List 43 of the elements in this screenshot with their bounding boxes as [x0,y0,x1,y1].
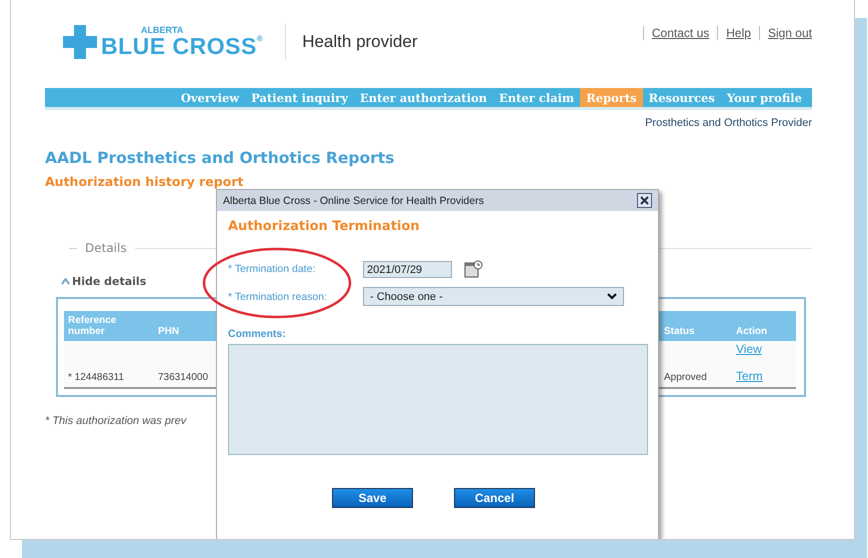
action-link[interactable]: View [736,342,792,356]
nav-tab[interactable]: Patient inquiry [245,88,354,107]
header-link[interactable]: Sign out [758,26,812,40]
page-title: AADL Prosthetics and Orthotics Reports [45,149,396,167]
column-header: Status [664,326,695,337]
logo-name: BLUE CROSS® [101,35,264,58]
nav-tab[interactable]: Reports [580,88,643,107]
section-legend: Details [85,241,127,255]
cross-icon [63,25,97,59]
chevron-icon [61,278,70,285]
logo-text: ALBERTA [140,26,184,35]
nav-tab[interactable]: Resources [642,88,721,107]
table-cell: Approved [664,372,707,383]
action-link[interactable]: Term [736,369,792,383]
comments-label: Comments: [228,328,287,340]
header-link[interactable]: Contact us [642,26,710,40]
provider-type: Prosthetics and Orthotics Provider [644,116,812,129]
report-subtitle: Authorization history report [45,174,244,189]
chevron-down-icon [607,293,617,300]
nav-tab[interactable]: Enter authorization [354,88,494,107]
calendar-icon[interactable] [464,260,483,278]
dialog-heading: Authorization Termination [228,219,421,234]
portal-title: Health provider [285,24,418,60]
table-cell: * 124486311 [68,372,124,383]
reason-select[interactable]: - Choose one - [363,287,624,306]
column-header: Reference number [68,315,118,337]
header-link[interactable]: Help [717,26,751,40]
column-header: PHN [158,326,180,337]
hide-details-link[interactable]: Hide details [61,275,146,288]
column-header: Action [736,326,768,337]
table-cell: 736314000 [158,372,208,383]
save-button[interactable]: Save [332,488,413,508]
field-label: * Termination reason: [228,290,328,302]
field-label: * Termination date: [228,263,316,275]
footnote: * This authorization was prev [45,415,188,427]
cancel-button[interactable]: Cancel [454,488,535,508]
nav-tab[interactable]: Enter claim [493,88,580,107]
comments-field[interactable] [228,344,648,455]
dialog-title: Alberta Blue Cross - Online Service for Health Providers [223,194,484,206]
date-field[interactable]: 2021/07/29 [363,260,452,278]
nav-tab[interactable]: Your profile [720,88,808,107]
close-button[interactable] [637,193,652,208]
nav-tab[interactable]: Overview [174,88,246,107]
